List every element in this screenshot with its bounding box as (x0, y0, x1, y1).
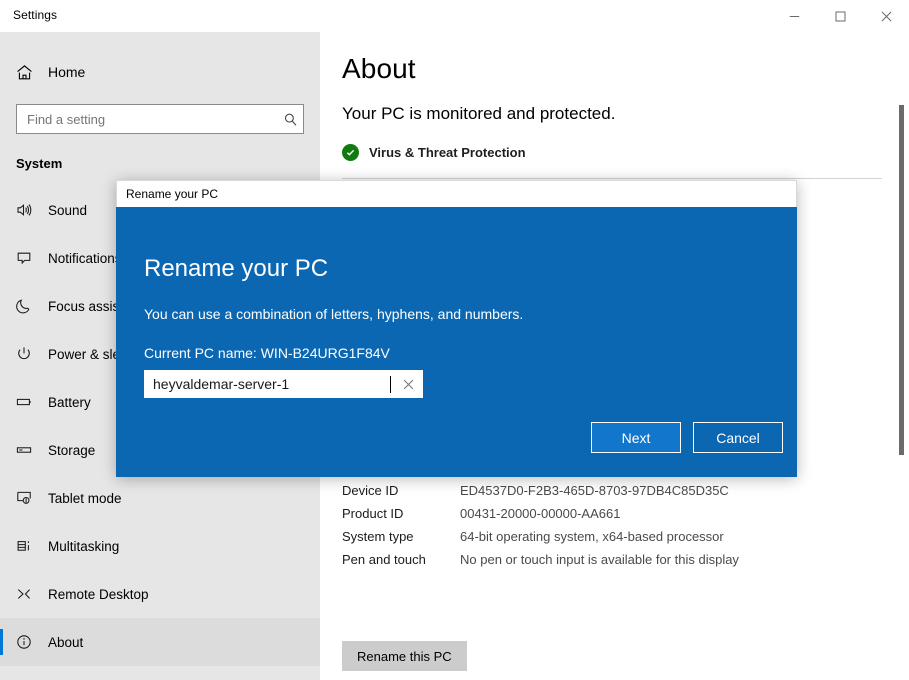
maximize-icon[interactable] (817, 0, 863, 32)
info-icon (0, 633, 48, 651)
page-subtitle: Your PC is monitored and protected. (342, 104, 616, 123)
sidebar-item-multitasking[interactable]: Multitasking (0, 522, 320, 570)
storage-icon (0, 441, 48, 459)
sidebar-item-label: Battery (48, 394, 91, 410)
sidebar-section-title: System (16, 156, 63, 171)
cancel-button[interactable]: Cancel (693, 422, 783, 453)
notification-icon (0, 249, 48, 267)
sidebar-item-label: Sound (48, 202, 88, 218)
dialog-heading: Rename your PC (144, 255, 329, 282)
search-icon (277, 112, 303, 127)
protection-label: Virus & Threat Protection (369, 145, 526, 160)
pc-name-field[interactable] (144, 370, 423, 398)
dialog-titlebar: Rename your PC (116, 180, 797, 207)
page-title: About (342, 53, 416, 84)
sidebar-item-label: Storage (48, 442, 96, 458)
remote-desktop-icon (0, 585, 48, 603)
multitasking-icon (0, 537, 48, 555)
spec-key: Pen and touch (342, 552, 426, 567)
rename-this-pc-button[interactable]: Rename this PC (342, 641, 467, 671)
next-button[interactable]: Next (591, 422, 681, 453)
minimize-icon[interactable] (771, 0, 817, 32)
vertical-scrollbar[interactable] (893, 32, 909, 680)
power-icon (0, 345, 48, 363)
table-row: Device ID ED4537D0-F2B3-465D-8703-97DB4C… (342, 479, 887, 502)
dialog-description: You can use a combination of letters, hy… (144, 306, 524, 322)
rename-pc-dialog: Rename your PC Rename your PC You can us… (116, 180, 797, 477)
dialog-body: Rename your PC You can use a combination… (116, 207, 797, 477)
sidebar-item-home[interactable]: Home (0, 56, 320, 88)
spec-key: System type (342, 529, 414, 544)
sidebar-item-label: About (48, 634, 84, 650)
dialog-actions: Next Cancel (591, 422, 783, 453)
moon-icon (0, 297, 48, 315)
table-row: Product ID 00431-20000-00000-AA661 (342, 502, 887, 525)
sidebar-item-label: Tablet mode (48, 490, 122, 506)
protection-status[interactable]: Virus & Threat Protection (342, 144, 526, 161)
settings-window: Home System (0, 0, 909, 680)
sidebar-item-label: Remote Desktop (48, 586, 149, 602)
search-box[interactable] (16, 104, 304, 134)
app-title: Settings (13, 8, 58, 22)
check-circle-icon (342, 144, 359, 161)
speaker-icon (0, 201, 48, 219)
sidebar-item-tablet-mode[interactable]: Tablet mode (0, 474, 320, 522)
window-controls (771, 0, 909, 32)
spec-value: 64-bit operating system, x64-based proce… (460, 529, 724, 544)
battery-icon (0, 393, 48, 411)
spec-value: ED4537D0-F2B3-465D-8703-97DB4C85D35C (460, 483, 729, 498)
dialog-titlebar-text: Rename your PC (126, 187, 219, 201)
text-caret (390, 375, 391, 393)
sidebar-item-label: Multitasking (48, 538, 120, 554)
search-input[interactable] (17, 111, 277, 127)
tablet-icon (0, 489, 48, 507)
home-icon (0, 64, 48, 81)
pc-name-input[interactable] (144, 376, 392, 392)
scrollbar-thumb[interactable] (899, 105, 904, 455)
spec-key: Product ID (342, 506, 404, 521)
current-pc-name-label: Current PC name: WIN-B24URG1F84V (144, 345, 390, 361)
section-divider (342, 178, 882, 179)
sidebar-item-about[interactable]: About (0, 618, 320, 666)
close-icon[interactable] (863, 0, 909, 32)
clear-x-icon[interactable] (393, 370, 423, 398)
sidebar-item-remote-desktop[interactable]: Remote Desktop (0, 570, 320, 618)
spec-key: Device ID (342, 483, 399, 498)
window-titlebar: Settings (0, 0, 909, 32)
sidebar-item-label: Focus assist (48, 298, 124, 314)
spec-value: 00431-20000-00000-AA661 (460, 506, 621, 521)
table-row: Pen and touch No pen or touch input is a… (342, 548, 887, 571)
sidebar-home-label: Home (48, 64, 86, 80)
table-row: System type 64-bit operating system, x64… (342, 525, 887, 548)
spec-value: No pen or touch input is available for t… (460, 552, 739, 567)
